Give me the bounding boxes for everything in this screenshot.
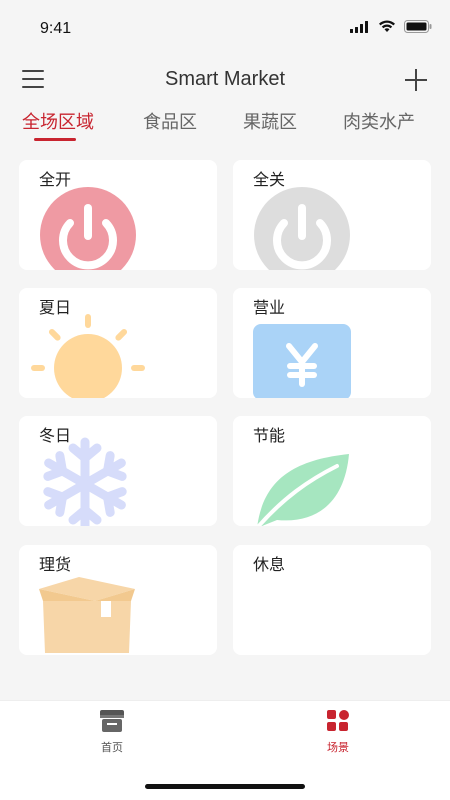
- status-bar: 9:41: [0, 0, 450, 58]
- nav-home[interactable]: 首页: [82, 709, 142, 755]
- store-icon: [100, 710, 124, 732]
- active-tab-indicator: [34, 138, 76, 141]
- tab-food[interactable]: 食品区: [143, 108, 197, 134]
- nav-home-label: 首页: [101, 741, 123, 754]
- moon-icon: [253, 575, 335, 652]
- area-tabs: 全场区域 食品区 果蔬区 肉类水产: [0, 106, 450, 141]
- nav-scenes[interactable]: 场景: [308, 709, 368, 755]
- battery-icon: [404, 20, 432, 33]
- scene-card-restock[interactable]: 理货: [19, 545, 217, 655]
- scene-label: 营业: [253, 298, 286, 317]
- home-indicator: [145, 784, 305, 789]
- box-icon: [39, 577, 135, 653]
- nav-scenes-label: 场景: [327, 741, 349, 754]
- scene-card-all-off[interactable]: 全关: [233, 160, 431, 270]
- status-icons: [350, 20, 432, 33]
- cellular-signal-icon: [350, 20, 368, 33]
- scene-label: 理货: [39, 555, 72, 574]
- scene-label: 节能: [253, 426, 286, 445]
- scene-card-summer[interactable]: 夏日: [19, 288, 217, 398]
- leaf-icon: [256, 454, 349, 526]
- tab-produce[interactable]: 果蔬区: [243, 108, 297, 134]
- page-title: Smart Market: [164, 68, 286, 90]
- add-icon[interactable]: [404, 68, 428, 92]
- tab-all-areas[interactable]: 全场区域: [22, 108, 94, 134]
- tab-meat-seafood[interactable]: 肉类水产: [343, 108, 415, 134]
- power-on-icon: [40, 187, 136, 270]
- wifi-icon: [379, 20, 395, 32]
- scene-card-rest[interactable]: 休息: [233, 545, 431, 655]
- snowflake-icon: [43, 437, 127, 526]
- status-time: 9:41: [40, 20, 72, 37]
- scene-card-winter[interactable]: 冬日: [19, 416, 217, 526]
- sun-icon: [31, 314, 145, 398]
- app-header: Smart Market: [0, 58, 450, 102]
- yen-icon: [253, 324, 351, 398]
- grid-icon: [327, 710, 349, 731]
- scene-card-open-business[interactable]: 营业: [233, 288, 431, 398]
- scene-card-all-on[interactable]: 全开: [19, 160, 217, 270]
- scene-card-energy-saving[interactable]: 节能: [233, 416, 431, 526]
- power-off-icon: [254, 187, 350, 270]
